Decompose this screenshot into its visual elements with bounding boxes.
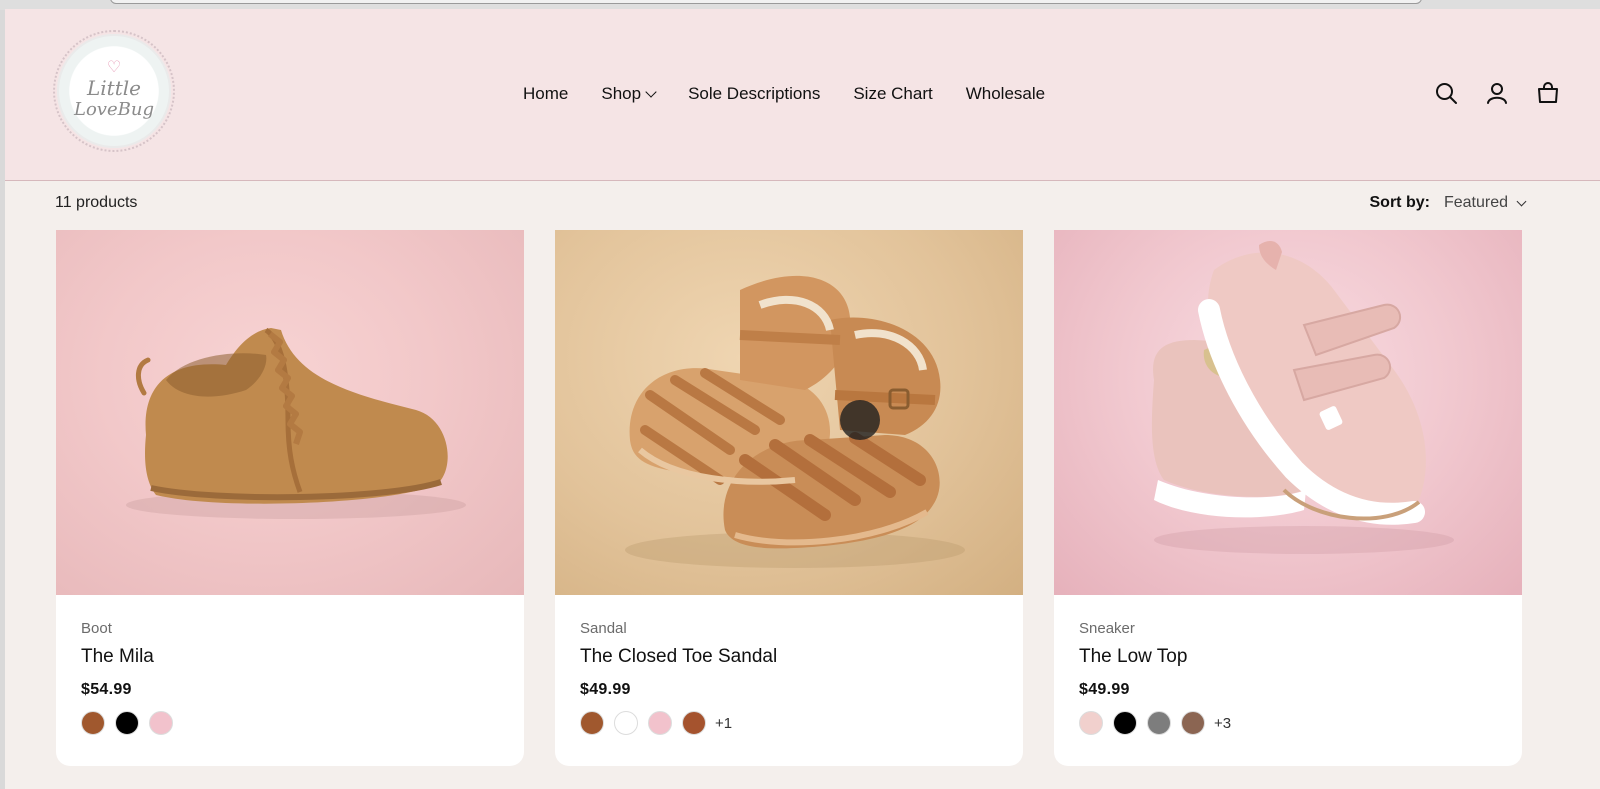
sort-control: Sort by: Featured — [1369, 194, 1527, 212]
product-card[interactable]: Boot The Mila $54.99 — [56, 230, 524, 766]
cart-icon[interactable] — [1536, 81, 1560, 105]
sandal-illustration — [625, 275, 965, 568]
nav-shop-label: Shop — [601, 84, 642, 103]
color-swatch[interactable] — [1147, 711, 1171, 735]
boot-illustration — [126, 327, 466, 519]
product-title[interactable]: The Closed Toe Sandal — [580, 646, 998, 668]
more-colors-count[interactable]: +1 — [715, 715, 732, 732]
account-icon[interactable] — [1485, 81, 1509, 105]
nav-sole-descriptions-label: Sole Descriptions — [688, 84, 821, 103]
product-image-sneaker[interactable] — [1054, 230, 1522, 595]
main-nav: Home Shop Sole Descriptions Size Chart W… — [523, 82, 1045, 106]
color-swatch[interactable] — [682, 711, 706, 735]
product-card[interactable]: Sneaker The Low Top $49.99 +3 — [1054, 230, 1522, 766]
product-count: 11 products — [55, 194, 138, 211]
nav-size-chart[interactable]: Size Chart — [853, 84, 932, 104]
product-price: $49.99 — [580, 681, 631, 698]
nav-size-chart-label: Size Chart — [853, 84, 933, 103]
sneaker-illustration — [1151, 240, 1454, 554]
sort-select[interactable]: Featured — [1443, 194, 1527, 212]
header-icons — [1434, 81, 1560, 105]
nav-sole-descriptions[interactable]: Sole Descriptions — [688, 84, 820, 104]
product-card[interactable]: Sandal The Closed Toe Sandal $49.99 +1 — [555, 230, 1023, 766]
chevron-down-icon — [645, 86, 657, 98]
sort-label: Sort by: — [1369, 194, 1430, 211]
color-swatches: +1 — [580, 711, 998, 735]
logo-border — [53, 30, 175, 152]
store-logo[interactable]: ♡ Little LoveBug — [53, 30, 175, 152]
product-vendor: Sandal — [580, 620, 627, 637]
product-price: $49.99 — [1079, 681, 1130, 698]
collection-toolbar: 11 products Sort by: Featured — [55, 190, 1527, 218]
product-vendor: Sneaker — [1079, 620, 1135, 637]
product-vendor: Boot — [81, 620, 112, 637]
product-info: Sandal The Closed Toe Sandal $49.99 +1 — [555, 595, 1023, 760]
page: ♡ Little LoveBug Home Shop Sole Descript… — [5, 9, 1600, 789]
color-swatch[interactable] — [81, 711, 105, 735]
chevron-down-icon — [1516, 196, 1527, 206]
color-swatch[interactable] — [1181, 711, 1205, 735]
nav-home[interactable]: Home — [523, 84, 568, 104]
product-info: Sneaker The Low Top $49.99 +3 — [1054, 595, 1522, 760]
product-title[interactable]: The Mila — [81, 646, 499, 668]
nav-home-label: Home — [523, 84, 569, 103]
product-image-sandal[interactable] — [555, 230, 1023, 595]
product-title[interactable]: The Low Top — [1079, 646, 1497, 668]
color-swatch[interactable] — [580, 711, 604, 735]
address-bar[interactable] — [110, 0, 1422, 4]
product-grid: Boot The Mila $54.99 Sandal The Closed T… — [56, 230, 1522, 766]
color-swatch[interactable] — [1113, 711, 1137, 735]
color-swatch[interactable] — [1079, 711, 1103, 735]
product-info: Boot The Mila $54.99 — [56, 595, 524, 760]
color-swatch[interactable] — [648, 711, 672, 735]
more-colors-count[interactable]: +3 — [1214, 715, 1231, 732]
site-header: ♡ Little LoveBug Home Shop Sole Descript… — [5, 9, 1600, 181]
color-swatch[interactable] — [149, 711, 173, 735]
sort-select-value: Featured — [1443, 194, 1508, 211]
search-icon[interactable] — [1434, 81, 1458, 105]
color-swatches: +3 — [1079, 711, 1497, 735]
color-swatch[interactable] — [614, 711, 638, 735]
nav-wholesale[interactable]: Wholesale — [966, 84, 1045, 104]
color-swatches — [81, 711, 499, 735]
nav-wholesale-label: Wholesale — [965, 84, 1046, 103]
product-price: $54.99 — [81, 681, 132, 698]
nav-shop[interactable]: Shop — [601, 84, 657, 104]
product-image-boot[interactable] — [56, 230, 524, 595]
color-swatch[interactable] — [115, 711, 139, 735]
